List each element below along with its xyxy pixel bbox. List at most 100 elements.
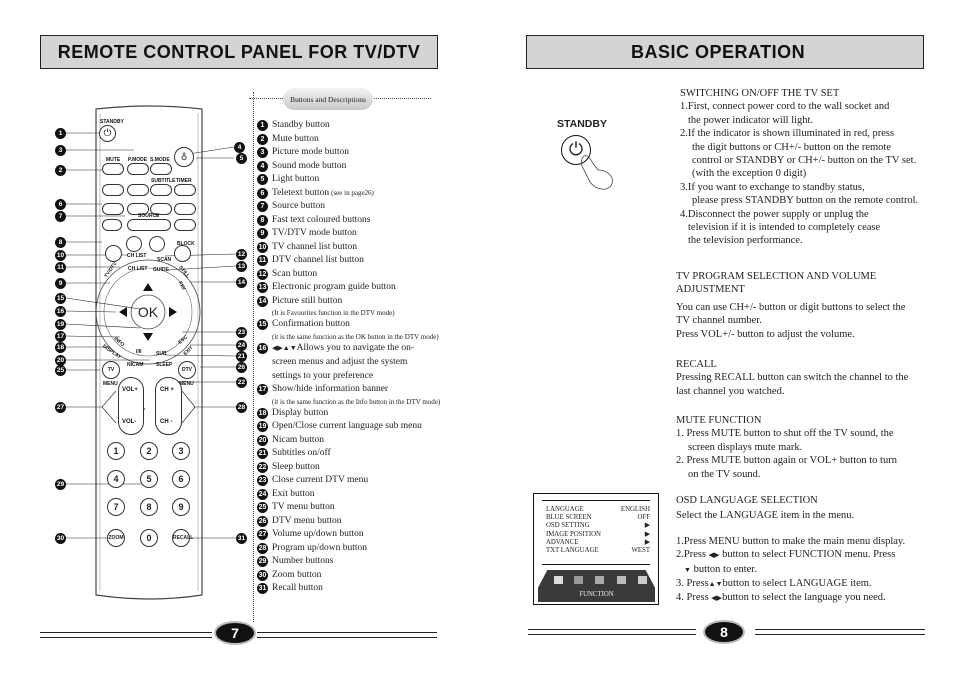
osd-step-2-cont: ▼ button to enter. <box>676 563 946 577</box>
function-tab-icon <box>595 576 604 584</box>
legend-entry: 31 Recall button <box>257 582 447 596</box>
ok-button[interactable]: OK <box>132 304 164 320</box>
program-line: Press VOL+/- button to adjust the volume… <box>676 328 855 340</box>
legend-entry: 27 Volume up/down button <box>257 528 447 542</box>
legend-item: 4 Sound mode button <box>257 160 447 174</box>
down-arrow-button[interactable] <box>142 333 154 343</box>
left-arrow-button[interactable] <box>117 306 127 318</box>
legend-text: Number buttons <box>272 556 334 566</box>
right-arrow-button[interactable] <box>169 306 179 318</box>
fast-text-yellow-button[interactable] <box>149 236 165 252</box>
legend-number-badge: 21 <box>257 448 268 459</box>
legend-text: Subtitles on/off <box>272 448 331 458</box>
ch-down-label: CH - <box>160 419 173 425</box>
legend-item: 1 Standby button <box>257 119 447 133</box>
fast-text-blue-button[interactable] <box>174 245 191 262</box>
mute-button[interactable] <box>102 163 124 175</box>
legend-note: (see in page26) <box>331 188 374 197</box>
legend-text: Volume up/down button <box>272 529 364 539</box>
switching-line: 3.If you want to exchange to standby sta… <box>680 181 865 193</box>
legend-text: Scan button <box>272 268 318 279</box>
digit-8-button[interactable]: 8 <box>140 498 158 516</box>
digit-6-button[interactable]: 6 <box>172 470 190 488</box>
channel-tab-icon <box>617 576 626 584</box>
legend-entry: 30 Zoom button <box>257 569 447 583</box>
i-ii-label: I/II <box>136 349 142 355</box>
callout-2: 2 <box>55 165 66 176</box>
legend-item: 16 ◀▶▲▼ Allows you to navigate the on- <box>257 342 447 356</box>
legend-entry: 10 TV channel list button <box>257 241 447 255</box>
legend-text: Picture still button <box>272 295 343 306</box>
fast-text-green-button[interactable] <box>126 236 142 252</box>
legend-entry: 1 Standby button <box>257 119 447 133</box>
legend-number-badge: 15 <box>257 319 268 330</box>
callout-14: 14 <box>236 277 247 288</box>
digit-1-button[interactable]: 1 <box>107 442 125 460</box>
legend-number-badge: 27 <box>257 529 268 540</box>
recall-button[interactable]: RECALL <box>172 529 193 547</box>
picture-tab-icon <box>554 576 563 584</box>
fast-text-red-button[interactable] <box>105 245 122 262</box>
subtitle-button[interactable] <box>150 184 172 196</box>
legend-number-badge: 1 <box>257 120 268 131</box>
legend-entry: 20 Nicam button <box>257 434 447 448</box>
legend-text: Program up/down button <box>272 542 367 553</box>
dtv-button[interactable]: DTV <box>178 361 196 379</box>
source-button[interactable] <box>127 219 171 231</box>
digit-2-button[interactable]: 2 <box>140 442 158 460</box>
legend-number-badge: 18 <box>257 407 268 419</box>
digit-4-button[interactable]: 4 <box>107 470 125 488</box>
osd-step-2-lead: 2.Press <box>676 549 707 561</box>
teletext-button-6[interactable] <box>174 203 196 215</box>
legend-number-badge: 2 <box>257 133 268 145</box>
callout-27: 27 <box>55 402 66 413</box>
mute-heading: MUTE FUNCTION <box>676 415 762 426</box>
volume-rocker[interactable] <box>118 377 144 435</box>
standby-button[interactable]: ⏻ <box>99 125 116 142</box>
legend-entry: 22 Sleep button <box>257 461 447 475</box>
digit-9-button[interactable]: 9 <box>172 498 190 516</box>
power-icon: ⏻ <box>103 127 112 139</box>
zoom-button[interactable]: ZOOM <box>107 529 125 547</box>
tv-button[interactable]: TV <box>102 361 120 379</box>
dtv-label: DTV <box>182 367 192 373</box>
legend-number-badge: 24 <box>257 488 268 500</box>
channel-rocker[interactable] <box>155 377 182 435</box>
osd-row-label: IMAGE POSITION <box>546 530 601 538</box>
teletext-button-7[interactable] <box>102 219 122 231</box>
picture-mode-button[interactable] <box>127 163 149 175</box>
digit-0-button[interactable]: 0 <box>140 529 158 547</box>
callout-19: 19 <box>55 319 66 330</box>
legend-entry: 17 Show/hide information banner (it is the… <box>257 383 447 407</box>
legend-entry: 11 DTV channel list button <box>257 254 447 268</box>
digit-3-button[interactable]: 3 <box>172 442 190 460</box>
timer-button[interactable] <box>174 184 196 196</box>
teletext-button-1[interactable] <box>102 184 124 196</box>
legend-item: 18 Display button <box>257 407 447 421</box>
legend-item: 20 Nicam button <box>257 434 447 448</box>
teletext-button-2[interactable] <box>127 184 149 196</box>
osd-language-section: OSD LANGUAGE SELECTION Select the LANGUA… <box>676 494 946 606</box>
down-arrow-icon: ▼ <box>684 565 691 574</box>
legend-number-badge: 6 <box>257 187 268 199</box>
legend-entry: 2 Mute button <box>257 133 447 147</box>
digit-7-button[interactable]: 7 <box>107 498 125 516</box>
light-button[interactable]: ♁ <box>174 147 194 167</box>
legend-entry: 12 Scan button <box>257 268 447 282</box>
legend-item: 7 Source button <box>257 200 447 214</box>
teletext-button-3[interactable] <box>102 203 124 215</box>
osd-row-value: WEST <box>631 547 651 554</box>
osd-step-2-end: button to enter. <box>693 563 757 575</box>
legend-entry: 21 Subtitles on/off <box>257 447 447 461</box>
sound-mode-button[interactable] <box>150 163 172 175</box>
osd-mid-rule <box>542 564 650 565</box>
legend-header: Buttons and Descriptions <box>249 86 431 622</box>
teletext-button-8[interactable] <box>174 219 196 231</box>
legend-number-badge: 31 <box>257 583 268 594</box>
digit-5-button[interactable]: 5 <box>140 470 158 488</box>
legend-text: DTV channel list button <box>272 255 364 265</box>
legend-number-badge: 25 <box>257 502 268 513</box>
osd-row-label: BLUE SCREEN <box>546 514 592 522</box>
up-arrow-button[interactable] <box>142 281 154 291</box>
legend-text: Nicam button <box>272 434 324 445</box>
